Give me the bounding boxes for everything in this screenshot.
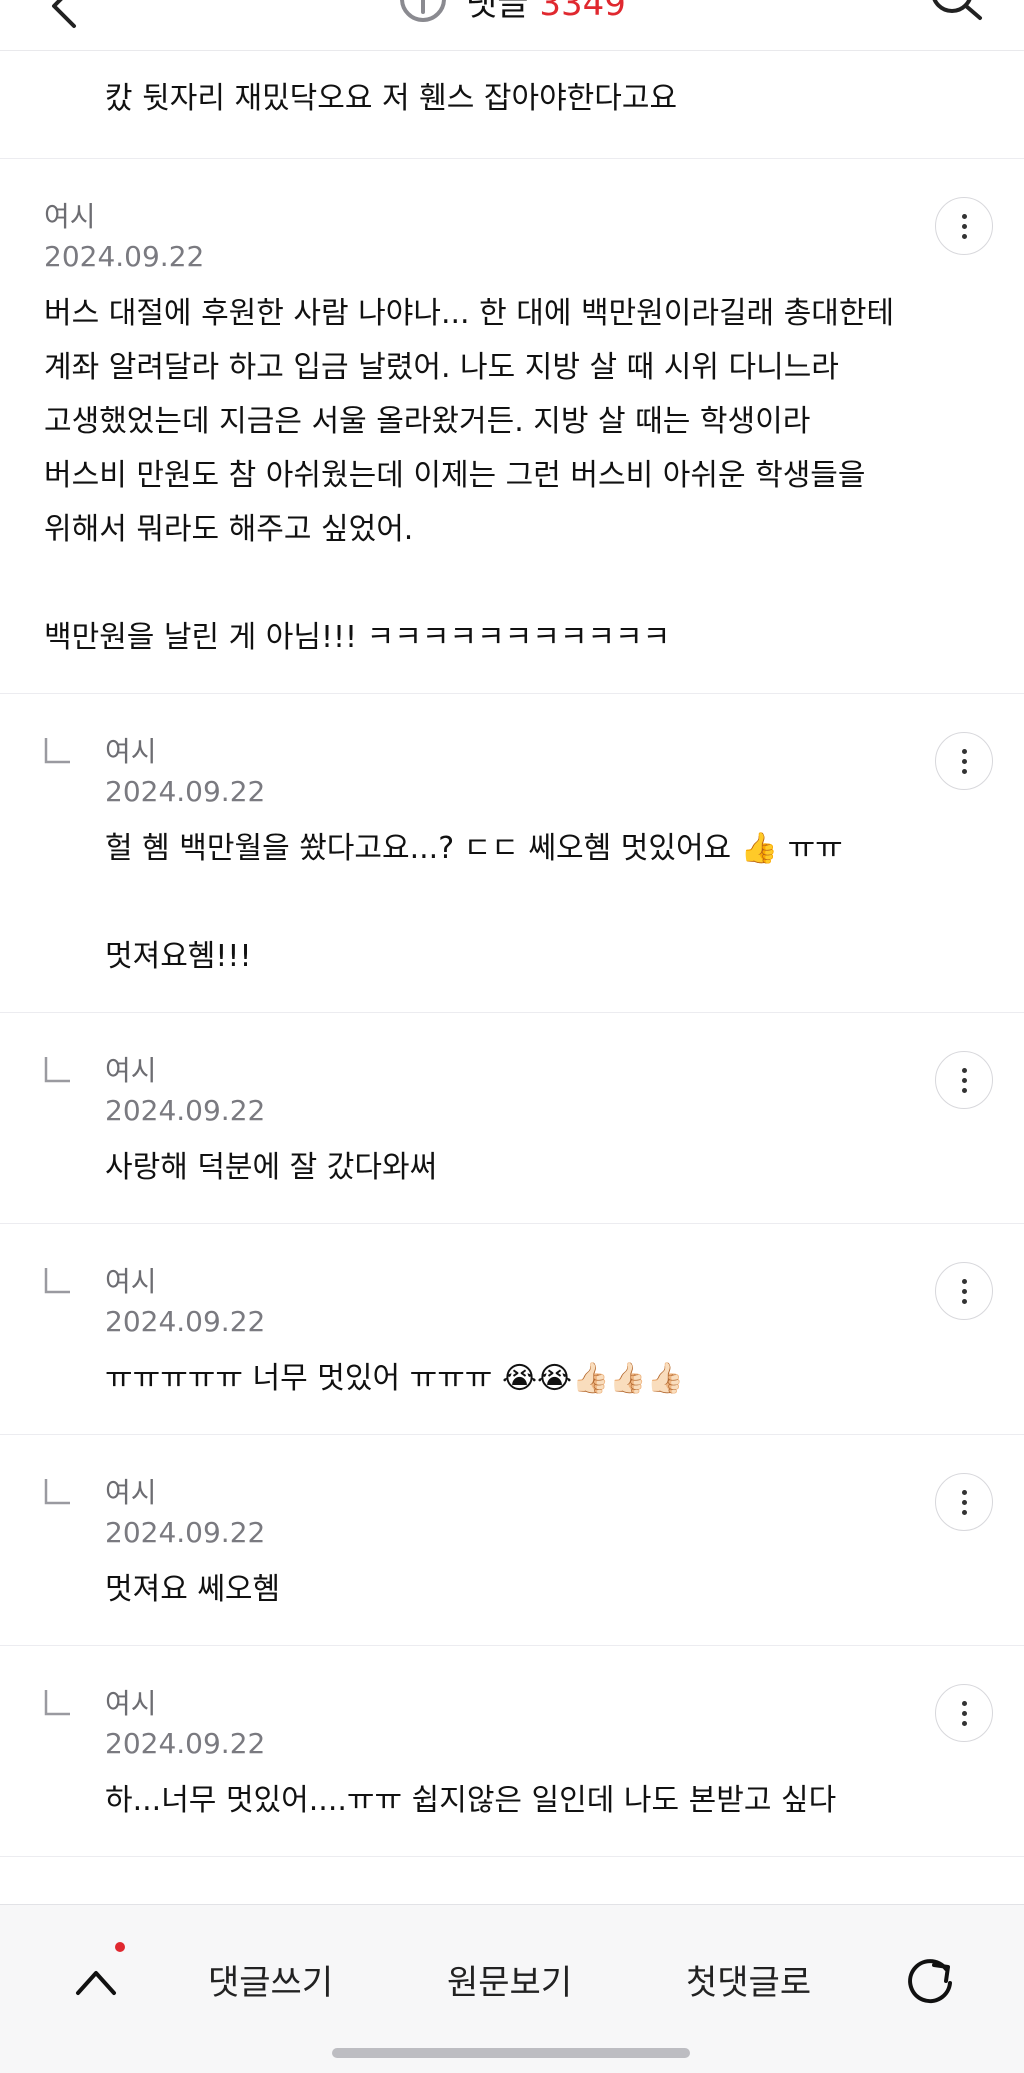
page-title-label: 댓글	[466, 0, 529, 24]
comment-body: 사랑해 덕분에 잘 갔다와써	[105, 1150, 438, 1185]
notification-dot	[115, 1942, 125, 1952]
comment-item: 여시 2024.09.22 버스 대절에 후원한 사람 나야나... 한 대에 …	[0, 159, 1024, 694]
comment-body: ㅠㅠㅠㅠㅠ 너무 멋있어 ㅠㅠㅠ 😭😭👍🏻👍🏻👍🏻	[105, 1361, 685, 1396]
more-options-button[interactable]	[935, 732, 993, 790]
view-original-button[interactable]: 원문보기	[447, 1955, 572, 2004]
comment-date: 2024.09.22	[105, 1094, 266, 1127]
comment-item-partial: 캈 뒷자리 재밌닥오요 저 휀스 잡아야한다고요	[0, 50, 1024, 159]
comment-body: 하...너무 멋있어....ㅠㅠ 쉽지않은 일인데 나도 본받고 싶다	[105, 1783, 837, 1818]
comment-nickname[interactable]: 여시	[105, 1473, 980, 1513]
comment-body: 멋져요 쎄오혬	[105, 1572, 281, 1607]
comment-count-badge: 3349	[539, 0, 626, 24]
refresh-icon[interactable]	[904, 1955, 956, 2007]
chevron-up-icon[interactable]	[74, 1967, 118, 1997]
reply-indent-icon	[44, 1479, 70, 1505]
comment-date: 2024.09.22	[44, 240, 205, 273]
reply-item: 여시 2024.09.22 헐 혬 백만월을 쐈다고요...? ㄷㄷ 쎄오혬 멋…	[0, 694, 1024, 1013]
comment-nickname[interactable]: 여시	[105, 1684, 980, 1724]
comment-nickname[interactable]: 여시	[105, 732, 980, 772]
page-title: 댓글 3349	[466, 0, 626, 25]
top-app-bar: 댓글 3349	[0, 0, 1024, 51]
reply-item: 여시 2024.09.22 하...너무 멋있어....ㅠㅠ 쉽지않은 일인데 …	[0, 1646, 1024, 1857]
more-options-button[interactable]	[935, 197, 993, 255]
comment-date: 2024.09.22	[105, 775, 266, 808]
clock-icon	[400, 0, 446, 22]
more-options-button[interactable]	[935, 1473, 993, 1531]
reply-indent-icon	[44, 738, 70, 764]
comment-body: 버스 대절에 후원한 사람 나야나... 한 대에 백만원이라길래 총대한테 계…	[44, 296, 895, 655]
reply-indent-icon	[44, 1057, 70, 1083]
comment-nickname[interactable]: 여시	[44, 197, 980, 237]
reply-item: 여시 2024.09.22 사랑해 덕분에 잘 갔다와써	[0, 1013, 1024, 1224]
back-arrow-icon[interactable]	[46, 0, 80, 30]
search-icon[interactable]	[928, 0, 988, 22]
reply-item: 여시 2024.09.22 멋져요 쎄오혬	[0, 1435, 1024, 1646]
comment-nickname[interactable]: 여시	[105, 1262, 980, 1302]
more-options-button[interactable]	[935, 1262, 993, 1320]
reply-item: 여시 2024.09.22 ㅠㅠㅠㅠㅠ 너무 멋있어 ㅠㅠㅠ 😭😭👍🏻👍🏻👍🏻	[0, 1224, 1024, 1435]
comment-date: 2024.09.22	[105, 1516, 266, 1549]
reply-indent-icon	[44, 1690, 70, 1716]
bottom-action-bar: 댓글쓰기 원문보기 첫댓글로	[0, 1904, 1024, 2073]
home-indicator	[332, 2048, 690, 2058]
comment-list[interactable]: 캈 뒷자리 재밌닥오요 저 휀스 잡아야한다고요 여시 2024.09.22 버…	[0, 50, 1024, 1904]
write-comment-button[interactable]: 댓글쓰기	[208, 1955, 333, 2004]
comment-nickname[interactable]: 여시	[105, 1051, 980, 1091]
comment-body: 헐 혬 백만월을 쐈다고요...? ㄷㄷ 쎄오혬 멋있어요 👍 ㅠㅠ 멋져요혬!…	[105, 831, 843, 974]
more-options-button[interactable]	[935, 1684, 993, 1742]
comment-body: 캈 뒷자리 재밌닥오요 저 휀스 잡아야한다고요	[105, 81, 678, 116]
reply-indent-icon	[44, 1268, 70, 1294]
go-first-comment-button[interactable]: 첫댓글로	[686, 1955, 811, 2004]
comment-date: 2024.09.22	[105, 1305, 266, 1338]
more-options-button[interactable]	[935, 1051, 993, 1109]
comment-date: 2024.09.22	[105, 1727, 266, 1760]
